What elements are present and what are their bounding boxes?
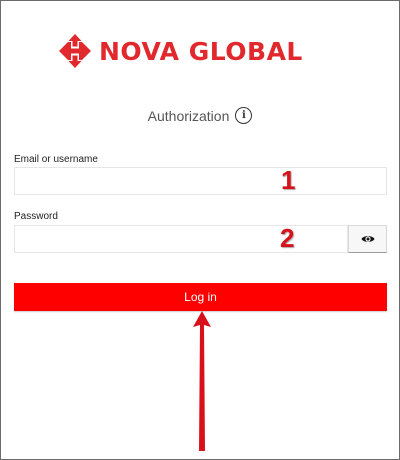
step-1-marker: 1 <box>281 165 296 195</box>
email-label: Email or username <box>14 154 98 165</box>
brand-name: NOVA GLOBAL <box>99 36 303 66</box>
eye-icon <box>361 236 374 242</box>
login-button[interactable]: Log in <box>14 283 387 311</box>
email-field[interactable] <box>14 167 387 195</box>
brand-logo: NOVA GLOBAL <box>59 33 303 69</box>
step-2-marker: 2 <box>280 223 295 253</box>
login-page: NOVA GLOBAL Authorization i Email or use… <box>0 0 400 460</box>
show-password-button[interactable] <box>348 225 387 253</box>
arrow-annotation-icon <box>193 311 211 451</box>
auth-header: Authorization i <box>1 107 399 124</box>
nova-logo-icon <box>59 34 91 68</box>
info-icon[interactable]: i <box>235 107 253 124</box>
page-title: Authorization <box>147 107 230 124</box>
password-label: Password <box>14 211 58 222</box>
password-field[interactable] <box>14 225 348 253</box>
